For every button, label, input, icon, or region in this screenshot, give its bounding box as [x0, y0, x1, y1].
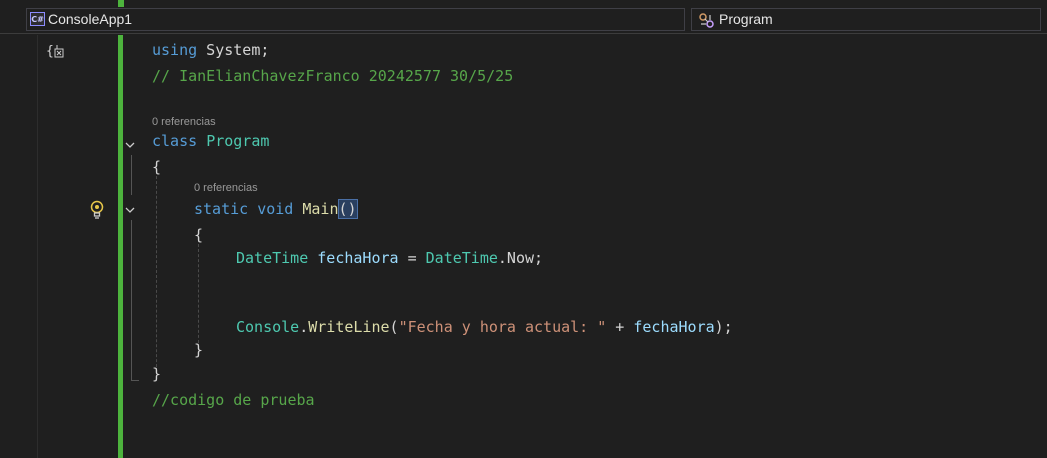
method-writeline: WriteLine	[308, 318, 390, 336]
property-now: .Now;	[497, 249, 544, 267]
comment-test: //codigo de prueba	[152, 391, 315, 409]
fold-guide-class-top	[131, 155, 132, 195]
indent-guide-2	[198, 244, 199, 348]
codelens-references-class[interactable]: 0 referencias	[152, 116, 216, 128]
comment-author: // IanElianChavezFranco 20242577 30/5/25	[152, 67, 514, 85]
code-line-2[interactable]: // IanElianChavezFranco 20242577 30/5/25	[152, 67, 513, 85]
member-dot: .	[299, 318, 309, 336]
scope-box-icon	[54, 44, 64, 57]
project-dropdown[interactable]: C# ConsoleApp1	[26, 8, 703, 31]
type-name: Program	[719, 11, 773, 27]
variable-fechahora: fechaHora	[317, 249, 399, 267]
scope-brace: {	[46, 44, 54, 59]
editor-margin	[38, 35, 118, 458]
code-line-writeline[interactable]: Console.WriteLine("Fecha y hora actual: …	[236, 318, 733, 336]
keyword-class: class	[152, 132, 198, 150]
project-name: ConsoleApp1	[48, 11, 133, 27]
code-line-method-open[interactable]: {	[194, 226, 203, 244]
class-name: Program	[206, 132, 270, 150]
left-gutter	[0, 35, 38, 458]
close-paren: );	[714, 318, 733, 336]
method-parens: ()	[337, 199, 358, 219]
keyword-static: static	[194, 200, 249, 218]
fold-guide-end	[131, 380, 139, 381]
top-accent	[118, 0, 124, 7]
fold-method-icon[interactable]	[124, 204, 136, 216]
lightbulb-icon[interactable]	[89, 200, 105, 220]
method-name: Main	[302, 200, 339, 218]
plus-operator: +	[606, 318, 634, 336]
code-line-comment[interactable]: //codigo de prueba	[152, 391, 315, 409]
type-datetime-2: DateTime	[425, 249, 498, 267]
scope-icon: {	[46, 44, 64, 59]
fold-guide-class	[131, 220, 132, 380]
fold-class-icon[interactable]	[124, 139, 136, 151]
assign-operator: =	[398, 249, 426, 267]
csharp-project-icon: C#	[30, 12, 45, 26]
variable-fechahora-2: fechaHora	[633, 318, 715, 336]
open-paren: (	[389, 318, 399, 336]
type-datetime: DateTime	[236, 249, 309, 267]
top-strip	[0, 0, 1047, 7]
codelens-references-main[interactable]: 0 referencias	[194, 182, 258, 194]
string-literal: "Fecha y hora actual: "	[398, 318, 607, 336]
code-line-class[interactable]: class Program	[152, 132, 269, 150]
keyword-using: using	[152, 41, 198, 59]
open-brace: {	[152, 158, 162, 176]
type-dropdown[interactable]: Program	[691, 8, 1041, 31]
class-icon	[699, 13, 714, 28]
code-line-main[interactable]: static void Main()	[194, 199, 358, 219]
code-line-method-close[interactable]: }	[194, 341, 203, 359]
keyword-void: void	[257, 200, 294, 218]
indent-guide-1	[156, 176, 157, 372]
type-console: Console	[236, 318, 300, 336]
code-line-1[interactable]: using System;	[152, 41, 269, 59]
code-line-datetime[interactable]: DateTime fechaHora = DateTime.Now;	[236, 249, 543, 267]
code-line-class-close[interactable]: }	[152, 365, 161, 383]
method-close-brace: }	[194, 341, 204, 359]
namespace-system: System;	[197, 41, 270, 59]
method-open-brace: {	[194, 226, 204, 244]
navigation-bar: C# ConsoleApp1 Program	[0, 7, 1047, 34]
class-close-brace: }	[152, 365, 162, 383]
code-line-open-brace[interactable]: {	[152, 158, 161, 176]
